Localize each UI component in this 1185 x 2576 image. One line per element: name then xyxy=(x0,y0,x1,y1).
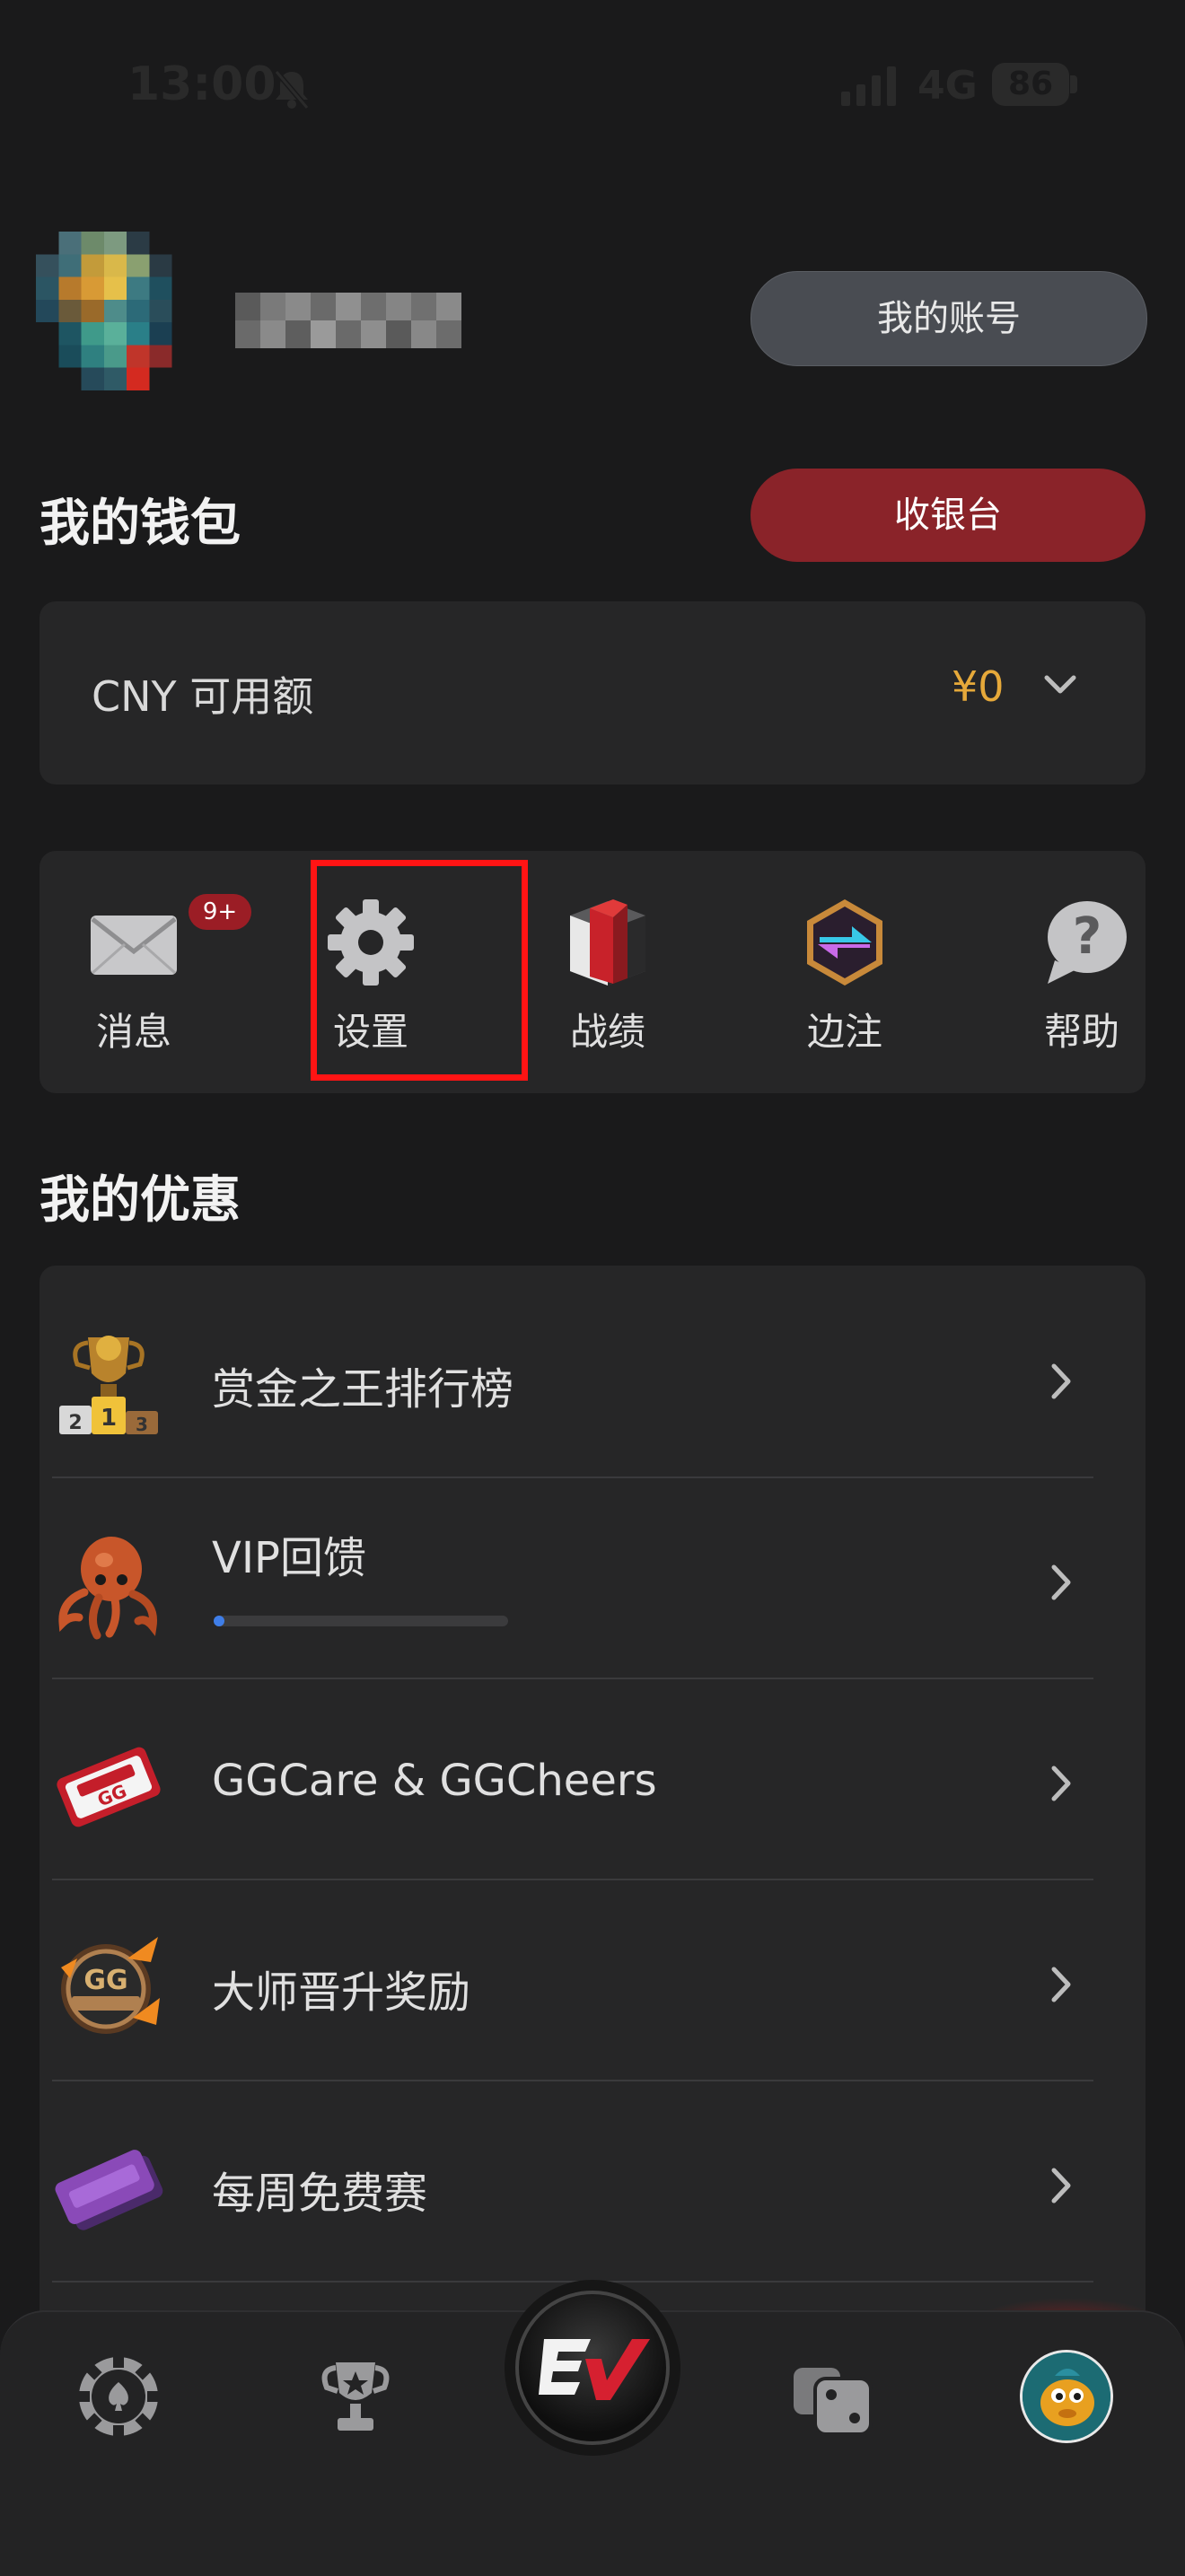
quick-action-records[interactable]: 战绩 xyxy=(514,851,702,1093)
octopus-icon xyxy=(58,1537,158,1640)
quick-action-side-bets[interactable]: 边注 xyxy=(750,851,939,1093)
network-label: 4G xyxy=(917,63,978,109)
vip-progress-fill xyxy=(214,1616,224,1626)
stats-cube-icon xyxy=(570,899,645,986)
vip-progress-bar xyxy=(214,1616,508,1626)
chevron-right-icon xyxy=(1051,1564,1071,1600)
status-time: 13:00 xyxy=(127,57,276,111)
divider xyxy=(52,1476,1093,1478)
offer-weekly-freeroll[interactable]: 每周免费赛 xyxy=(52,2082,1093,2282)
free-tournament-ticket-icon xyxy=(55,2150,163,2230)
quick-actions-bar: 9+ 消息 设置 战绩 边注 ? 帮助 xyxy=(40,851,1146,1093)
chevron-right-icon xyxy=(1051,2168,1071,2204)
cashier-button[interactable]: 收银台 xyxy=(750,469,1146,562)
chevron-down-icon[interactable] xyxy=(1040,664,1081,705)
svg-text:2: 2 xyxy=(68,1412,82,1434)
quick-action-label: 消息 xyxy=(95,1010,171,1054)
svg-text:3: 3 xyxy=(136,1414,148,1435)
balance-value: ¥0 xyxy=(952,662,1005,711)
battery-tip xyxy=(1070,75,1077,93)
ev-logo-icon xyxy=(539,2339,650,2400)
chevron-right-icon xyxy=(1051,1363,1071,1399)
username-redacted xyxy=(235,293,461,348)
chevron-right-icon xyxy=(1051,1766,1071,1801)
offer-vip-rewards[interactable]: VIP回馈 xyxy=(52,1479,1093,1678)
divider xyxy=(52,1879,1093,1880)
offer-label: VIP回馈 xyxy=(212,1533,366,1583)
mute-bell-icon xyxy=(274,70,310,110)
svg-text:?: ? xyxy=(1073,907,1102,966)
quick-action-label: 边注 xyxy=(806,1010,882,1054)
nav-center-button[interactable] xyxy=(515,2291,670,2445)
offer-bounty-king-leaderboard[interactable]: 2 1 3 赏金之王排行榜 xyxy=(52,1278,1093,1477)
quick-action-label: 帮助 xyxy=(1043,1010,1119,1054)
my-account-button[interactable]: 我的账号 xyxy=(750,271,1147,366)
divider xyxy=(52,2080,1093,2081)
help-icon: ? xyxy=(1048,901,1127,984)
wallet-title: 我的钱包 xyxy=(40,495,241,553)
tournament-trophy-icon[interactable] xyxy=(311,2352,400,2441)
offer-label: 每周免费赛 xyxy=(212,2169,428,2219)
balance-label: CNY 可用额 xyxy=(92,672,314,721)
svg-text:GG: GG xyxy=(83,1965,127,1996)
quick-action-messages[interactable]: 9+ 消息 xyxy=(40,851,251,1093)
profile-avatar-icon[interactable] xyxy=(1020,2350,1113,2443)
mail-icon xyxy=(91,916,177,975)
offer-ggcare-ggcheers[interactable]: GG GGCare & GGCheers xyxy=(52,1680,1093,1879)
side-bet-icon xyxy=(807,899,882,986)
gg-masters-badge-icon: GG xyxy=(61,1937,160,2034)
trophy-podium-icon: 2 1 3 xyxy=(59,1336,158,1435)
battery-indicator: 86 xyxy=(992,63,1069,106)
divider xyxy=(52,1678,1093,1679)
settings-highlight-box xyxy=(311,860,528,1081)
poker-chip-icon[interactable] xyxy=(74,2352,163,2441)
chevron-right-icon xyxy=(1051,1967,1071,2002)
ggcheers-ticket-icon: GG xyxy=(57,1747,161,1827)
dice-icon[interactable] xyxy=(788,2352,878,2441)
offers-title: 我的优惠 xyxy=(40,1171,241,1230)
message-badge: 9+ xyxy=(189,894,251,930)
avatar[interactable] xyxy=(36,232,217,413)
quick-action-label: 战绩 xyxy=(569,1010,645,1054)
fish-avatar-image xyxy=(1023,2353,1110,2440)
offer-masters-promotion[interactable]: GG 大师晋升奖励 xyxy=(52,1881,1093,2081)
quick-action-help[interactable]: ? 帮助 xyxy=(988,851,1146,1093)
offer-label: 赏金之王排行榜 xyxy=(212,1364,514,1415)
signal-icon xyxy=(841,66,896,106)
offer-label: 大师晋升奖励 xyxy=(212,1967,471,2018)
offer-label: GGCare & GGCheers xyxy=(212,1756,657,1806)
svg-text:1: 1 xyxy=(101,1405,117,1432)
